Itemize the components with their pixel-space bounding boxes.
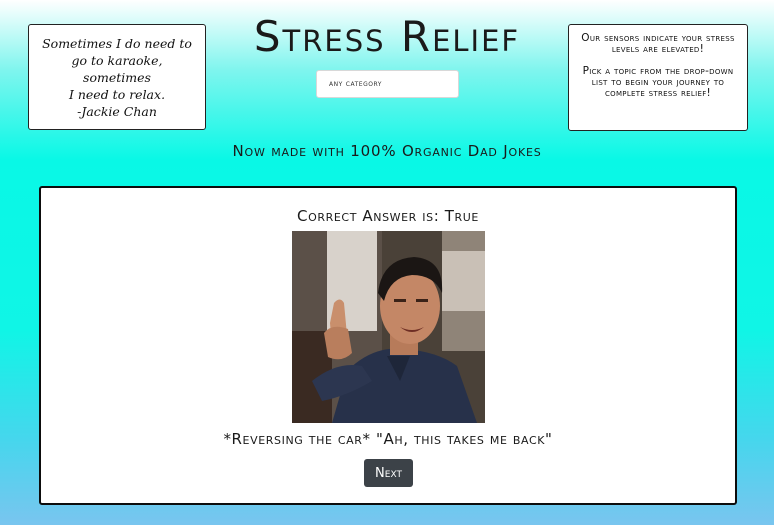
- info-paragraph: Pick a topic from the drop-down list to …: [582, 65, 734, 99]
- category-select[interactable]: any category: [316, 70, 459, 98]
- quote-line: I need to relax.: [68, 86, 166, 102]
- joke-caption: *Reversing the car* "Ah, this takes me b…: [223, 430, 553, 448]
- correct-answer-text: Correct Answer is: True: [297, 207, 479, 225]
- reaction-gif-illustration: [292, 231, 485, 423]
- result-card: Correct Answer is: True *Reversing the c…: [39, 186, 737, 505]
- quote-box: Sometimes I do need to go to karaoke, so…: [28, 24, 206, 130]
- quote-attribution: -Jackie Chan: [77, 103, 157, 119]
- quote-line: Sometimes I do need to: [42, 35, 192, 51]
- reaction-gif: [292, 231, 485, 423]
- category-select-value: any category: [329, 79, 382, 88]
- info-box: Our sensors indicate your stress levels …: [568, 24, 748, 131]
- quote-line: go to karaoke, sometimes: [71, 52, 163, 85]
- info-paragraph: Our sensors indicate your stress levels …: [581, 32, 735, 55]
- next-button[interactable]: Next: [364, 459, 413, 487]
- page-subtitle: Now made with 100% Organic Dad Jokes: [232, 142, 542, 160]
- page-title: Stress Relief: [253, 12, 521, 61]
